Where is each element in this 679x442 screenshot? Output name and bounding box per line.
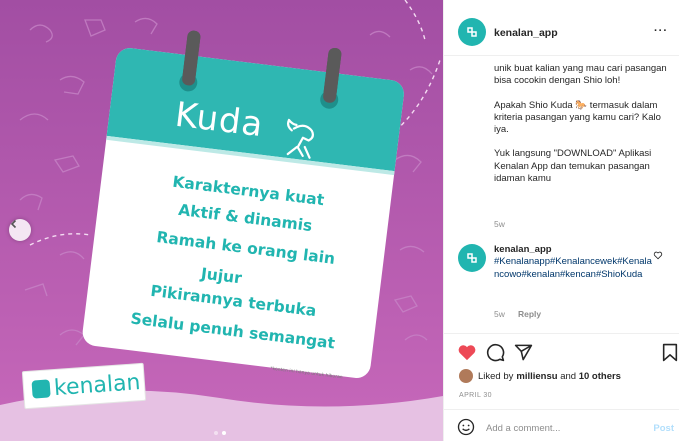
post-comment-button[interactable]: Post (653, 423, 674, 434)
carousel-indicator (214, 431, 226, 435)
liked-prefix: Liked by (478, 370, 514, 382)
liker-username[interactable]: milliensu (516, 371, 557, 382)
previous-slide-button[interactable] (9, 219, 31, 241)
action-bar: Liked by milliensu and 10 others APRIL 3… (444, 333, 679, 442)
caption-paragraph: Yuk langsung "DOWNLOAD" Aplikasi Kenalan… (494, 148, 652, 185)
instagram-post: Kuda Karakternya kuat Aktif & dinamis Ra… (0, 0, 679, 441)
header-username[interactable]: kenalan_app (494, 27, 558, 39)
brand-name: kenalan (53, 369, 142, 401)
more-horizontal-icon[interactable]: ··· (654, 25, 668, 37)
carousel-dot (214, 431, 218, 435)
post-sidebar: kenalan_app ··· unik buat kalian yang ma… (443, 0, 679, 441)
add-comment-bar: Add a comment... Post (444, 409, 679, 442)
avatar[interactable] (458, 18, 486, 46)
comment-timestamp[interactable]: 5w (494, 309, 505, 319)
emoji-icon[interactable] (457, 418, 475, 436)
likes-count[interactable]: 10 others (579, 371, 621, 382)
post-date[interactable]: APRIL 30 (459, 392, 492, 399)
comment-icon[interactable] (486, 343, 505, 362)
chevron-left-icon (10, 219, 17, 229)
bookmark-icon[interactable] (662, 343, 678, 362)
comment-username[interactable]: kenalan_app (494, 244, 654, 256)
carousel-dot-active (222, 431, 226, 435)
caption-paragraph: Apakah Shio Kuda 🐎 termasuk dalam kriter… (494, 99, 661, 136)
comment-avatar[interactable] (458, 244, 486, 272)
like-comment-heart-icon[interactable] (653, 250, 663, 260)
caption-paragraph: unik buat kalian yang mau cari pasangan … (494, 63, 667, 87)
post-header: kenalan_app ··· (444, 0, 679, 56)
kenalan-logo-icon (467, 253, 477, 263)
heart-filled-icon[interactable] (457, 343, 477, 361)
kenalan-logo-icon (467, 27, 477, 37)
share-icon[interactable] (514, 343, 533, 362)
reply-button[interactable]: Reply (518, 309, 541, 319)
caption: unik buat kalian yang mau cari pasangan … (494, 63, 670, 197)
kenalan-logo-icon (31, 379, 51, 399)
liked-by: Liked by milliensu and 10 others (459, 369, 621, 383)
caption-timestamp[interactable]: 5w (494, 219, 505, 229)
comment: kenalan_app #Kenalanapp#Kenalancewek#Ken… (494, 244, 654, 281)
post-media[interactable]: Kuda Karakternya kuat Aktif & dinamis Ra… (0, 0, 443, 441)
liker-avatar[interactable] (459, 369, 473, 383)
comment-input[interactable]: Add a comment... (486, 423, 560, 434)
liked-mid: and (557, 370, 579, 382)
comment-hashtags[interactable]: #Kenalanapp#Kenalancewek#Kenalancowo#ken… (494, 256, 654, 281)
